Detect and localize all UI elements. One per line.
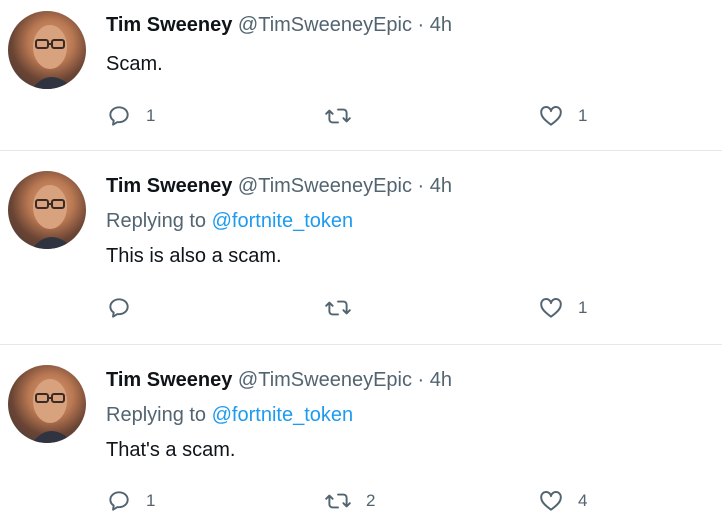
tweet-text: That's a scam. <box>106 439 236 461</box>
replying-label: Replying to <box>106 210 207 232</box>
timestamp[interactable]: 4h <box>430 175 452 197</box>
avatar[interactable] <box>8 365 86 443</box>
like-icon <box>540 491 562 511</box>
reply-button[interactable]: 1 <box>106 487 155 515</box>
separator-dot: · <box>417 14 425 36</box>
reply-icon <box>109 106 129 126</box>
tweet[interactable]: Tim Sweeney @TimSweeneyEpic · 4h Scam. 1 <box>0 0 722 150</box>
like-icon <box>540 298 562 318</box>
mention-link[interactable]: @fortnite_token <box>212 210 354 232</box>
action-bar: 1 1 <box>106 102 626 130</box>
author-handle[interactable]: @TimSweeneyEpic <box>238 175 412 197</box>
author-name[interactable]: Tim Sweeney <box>106 175 232 197</box>
reply-icon <box>109 491 129 511</box>
tweet[interactable]: Tim Sweeney @TimSweeneyEpic · 4h Replyin… <box>0 151 722 344</box>
retweet-icon <box>325 493 351 509</box>
avatar[interactable] <box>8 171 86 249</box>
avatar[interactable] <box>8 11 86 89</box>
replying-to: Replying to @fortnite_token <box>106 404 353 427</box>
avatar-face-icon <box>32 379 74 443</box>
author-handle[interactable]: @TimSweeneyEpic <box>238 369 412 391</box>
like-button[interactable]: 1 <box>538 102 587 130</box>
like-count: 1 <box>578 298 588 317</box>
reply-count: 1 <box>146 491 156 510</box>
reply-button[interactable]: 1 <box>106 102 155 130</box>
retweet-button[interactable] <box>324 294 366 322</box>
action-bar: 1 <box>106 294 626 322</box>
timestamp[interactable]: 4h <box>430 369 452 391</box>
like-button[interactable]: 4 <box>538 487 587 515</box>
like-count: 1 <box>578 106 588 125</box>
reply-button[interactable] <box>106 294 146 322</box>
tweet-text: This is also a scam. <box>106 245 282 267</box>
author-name[interactable]: Tim Sweeney <box>106 14 232 36</box>
retweet-icon <box>325 108 351 124</box>
tweet[interactable]: Tim Sweeney @TimSweeneyEpic · 4h Replyin… <box>0 345 722 529</box>
replying-to: Replying to @fortnite_token <box>106 210 353 233</box>
separator-dot: · <box>417 175 425 197</box>
tweet-header: Tim Sweeney @TimSweeneyEpic · 4h <box>106 369 452 392</box>
retweet-button[interactable]: 2 <box>324 487 375 515</box>
action-bar: 1 2 4 <box>106 487 626 515</box>
retweet-count: 2 <box>366 491 376 510</box>
retweet-icon <box>325 300 351 316</box>
author-handle[interactable]: @TimSweeneyEpic <box>238 14 412 36</box>
mention-link[interactable]: @fortnite_token <box>212 404 354 426</box>
tweet-header: Tim Sweeney @TimSweeneyEpic · 4h <box>106 14 452 37</box>
like-button[interactable]: 1 <box>538 294 587 322</box>
retweet-button[interactable] <box>324 102 366 130</box>
avatar-face-icon <box>32 185 74 249</box>
avatar-face-icon <box>32 25 74 89</box>
separator-dot: · <box>417 369 425 391</box>
tweet-header: Tim Sweeney @TimSweeneyEpic · 4h <box>106 175 452 198</box>
like-icon <box>540 106 562 126</box>
like-count: 4 <box>578 491 588 510</box>
reply-icon <box>109 298 129 318</box>
reply-feed: Tim Sweeney @TimSweeneyEpic · 4h Scam. 1 <box>0 0 722 529</box>
timestamp[interactable]: 4h <box>430 14 452 36</box>
reply-count: 1 <box>146 106 156 125</box>
replying-label: Replying to <box>106 404 207 426</box>
author-name[interactable]: Tim Sweeney <box>106 369 232 391</box>
tweet-text: Scam. <box>106 53 163 75</box>
